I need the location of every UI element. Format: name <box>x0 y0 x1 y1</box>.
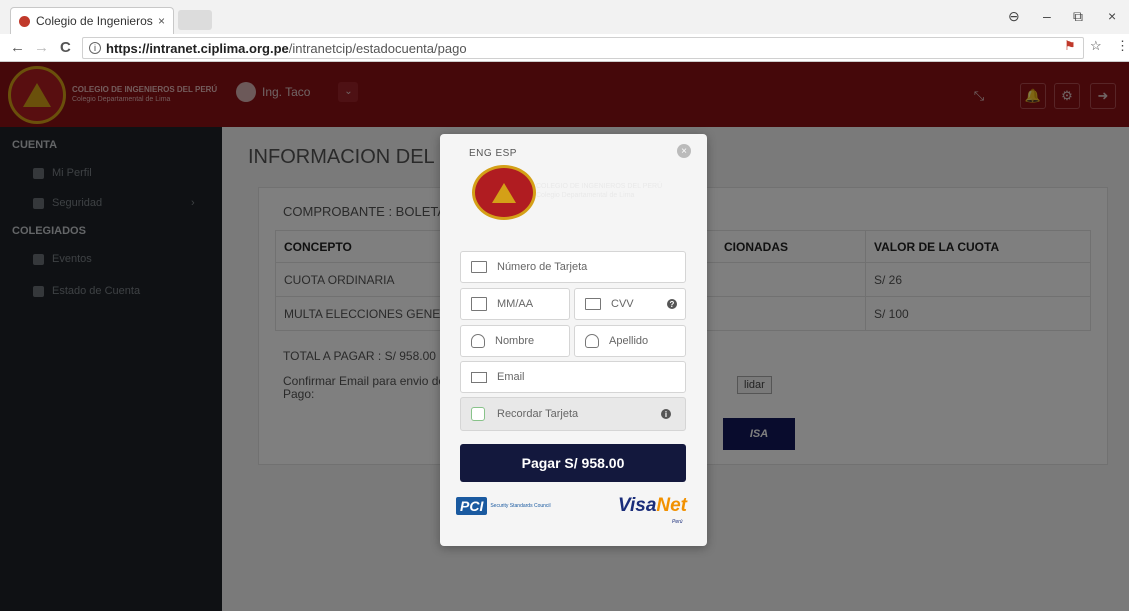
expiry-field[interactable]: MM/AA <box>460 288 570 320</box>
language-switch[interactable]: ENG ESP <box>469 148 517 159</box>
visanet-net: Net <box>656 495 688 516</box>
tab-title: Colegio de Ingenieros de <box>36 14 154 28</box>
address-bar-row: ← → C i https://intranet.ciplima.org.pe … <box>0 34 1129 62</box>
account-icon[interactable]: ⊖ <box>1008 8 1020 25</box>
visanet-peru: Perú <box>672 519 683 525</box>
new-tab-button[interactable] <box>178 10 212 30</box>
brand-subtitle: Colegio Departamental de Lima <box>536 192 635 199</box>
remember-checkbox[interactable] <box>471 407 485 421</box>
url-path: /intranetcip/estadocuenta/pago <box>288 40 467 56</box>
favicon-icon <box>19 15 30 27</box>
bookmark-star-icon[interactable]: ☆ <box>1090 38 1102 54</box>
payment-modal: ENG ESP × COLEGIO DE INGENIEROS DEL PERÚ… <box>440 134 707 546</box>
email-placeholder: Email <box>497 371 525 383</box>
modal-brand: COLEGIO DE INGENIEROS DEL PERÚ Colegio D… <box>536 182 662 200</box>
email-field[interactable]: Email <box>460 361 686 393</box>
expiry-placeholder: MM/AA <box>497 298 534 310</box>
extension-icon[interactable]: ⚑ <box>1064 38 1076 54</box>
first-name-placeholder: Nombre <box>495 335 535 347</box>
cip-logo <box>472 165 536 220</box>
restore-button[interactable]: ⧉ <box>1073 8 1083 25</box>
envelope-icon <box>471 371 487 383</box>
browser-tab[interactable]: Colegio de Ingenieros de × <box>10 7 174 34</box>
browser-tabstrip: Colegio de Ingenieros de × ⊖ – ⧉ × <box>0 0 1129 34</box>
minimize-button[interactable]: – <box>1043 8 1051 24</box>
window-close-button[interactable]: × <box>1108 8 1116 24</box>
card-number-field[interactable]: Número de Tarjeta <box>460 251 686 283</box>
remember-label: Recordar Tarjeta <box>497 408 579 420</box>
card-icon <box>585 298 601 310</box>
card-icon <box>471 261 487 273</box>
help-icon[interactable]: ? <box>667 299 677 309</box>
forward-button[interactable]: → <box>34 39 49 56</box>
remember-card-toggle[interactable]: Recordar Tarjeta i <box>460 397 686 431</box>
tab-close-icon[interactable]: × <box>158 14 165 28</box>
user-icon <box>471 334 485 348</box>
back-button[interactable]: ← <box>10 39 25 56</box>
card-number-placeholder: Número de Tarjeta <box>497 261 588 273</box>
url-domain: https://intranet.ciplima.org.pe <box>106 40 289 56</box>
url-input[interactable]: i https://intranet.ciplima.org.pe /intra… <box>82 37 1084 59</box>
last-name-field[interactable]: Apellido <box>574 325 686 357</box>
user-icon <box>585 334 599 348</box>
pay-button[interactable]: Pagar S/ 958.00 <box>460 444 686 482</box>
cvv-field[interactable]: CVV ? <box>574 288 686 320</box>
calendar-icon <box>471 297 487 311</box>
info-icon[interactable]: i <box>661 409 671 419</box>
pci-logo: PCI Security Standards Council <box>456 497 551 515</box>
browser-menu-icon[interactable]: ⋮ <box>1116 38 1129 54</box>
pci-mark: PCI <box>456 497 488 515</box>
last-name-placeholder: Apellido <box>609 335 649 347</box>
brand-title: COLEGIO DE INGENIEROS DEL PERÚ <box>536 183 663 190</box>
visanet-logo: VisaNet <box>618 495 687 517</box>
reload-button[interactable]: C <box>60 39 71 56</box>
visanet-visa: Visa <box>618 495 657 516</box>
pci-subtitle: Security Standards Council <box>490 503 551 509</box>
cvv-placeholder: CVV <box>611 298 634 310</box>
close-icon[interactable]: × <box>677 144 691 158</box>
site-info-icon[interactable]: i <box>89 42 101 54</box>
first-name-field[interactable]: Nombre <box>460 325 570 357</box>
